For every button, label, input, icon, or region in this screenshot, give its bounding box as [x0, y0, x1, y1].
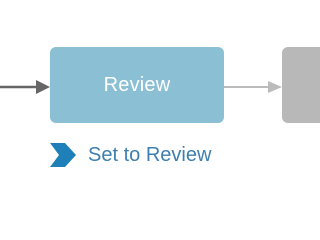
workflow-step-next[interactable] — [282, 47, 320, 123]
workflow-diagram: Review Set to Review — [0, 0, 320, 240]
set-to-review-action[interactable]: Set to Review — [50, 142, 211, 168]
workflow-step-review[interactable]: Review — [50, 47, 224, 123]
workflow-step-label: Review — [103, 74, 171, 96]
set-to-review-label: Set to Review — [88, 144, 212, 166]
incoming-arrow — [0, 80, 50, 94]
chevron-right-icon — [50, 143, 76, 167]
outgoing-arrow — [224, 81, 282, 93]
